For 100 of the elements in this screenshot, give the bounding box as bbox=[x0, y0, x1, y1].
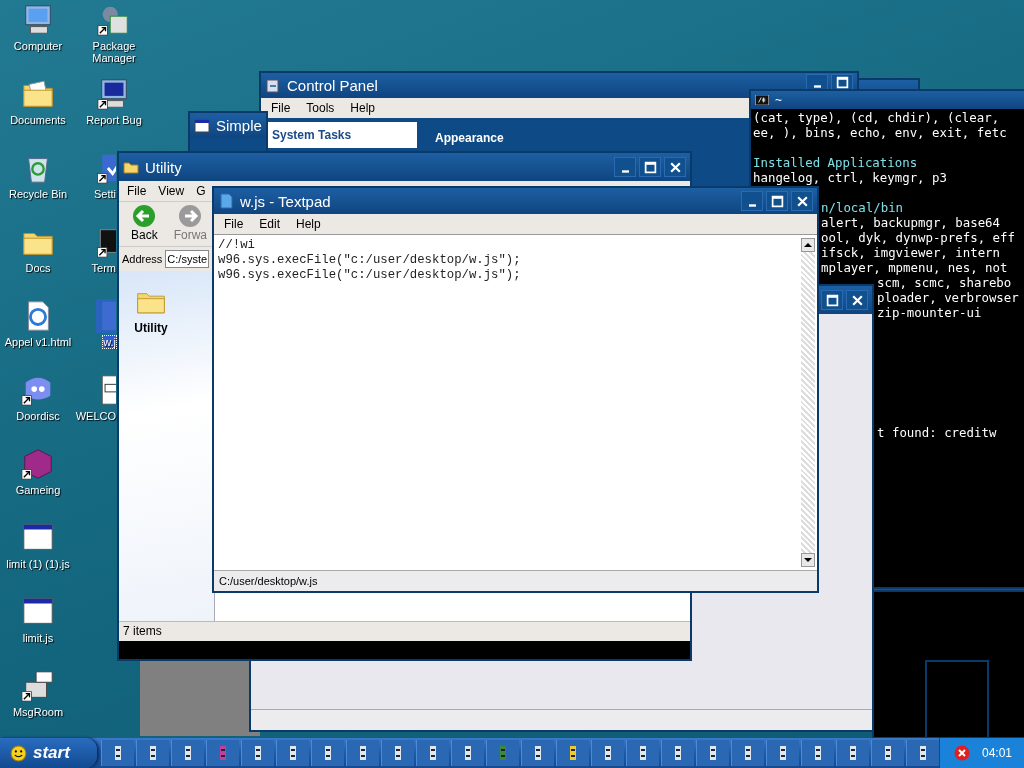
taskbar-button[interactable] bbox=[660, 740, 694, 766]
folder-icon bbox=[123, 159, 139, 175]
menu-item[interactable]: File bbox=[263, 101, 299, 115]
taskbar-button[interactable] bbox=[520, 740, 554, 766]
taskbar-button[interactable] bbox=[835, 740, 869, 766]
desktop-icon[interactable]: limit (1) (1).js bbox=[0, 518, 76, 592]
desktop-icon[interactable]: Doordisc bbox=[0, 370, 76, 444]
window-title: Simple bbox=[216, 117, 262, 134]
app-icon bbox=[604, 746, 611, 760]
taskbar-button[interactable] bbox=[240, 740, 274, 766]
app-icon bbox=[184, 746, 191, 760]
menu-item[interactable]: G bbox=[190, 184, 212, 198]
menu-item[interactable]: View bbox=[152, 184, 191, 198]
maximize-icon bbox=[835, 75, 849, 89]
menu-item[interactable]: Edit bbox=[251, 217, 289, 231]
back-button[interactable]: Back bbox=[127, 202, 162, 246]
menu-item[interactable]: File bbox=[216, 217, 252, 231]
taskbar-button[interactable] bbox=[310, 740, 344, 766]
maximize-button[interactable] bbox=[766, 191, 788, 211]
app-icon bbox=[744, 746, 751, 760]
taskbar-button[interactable] bbox=[870, 740, 904, 766]
desktop-icon[interactable]: Report Bug bbox=[76, 74, 152, 148]
minimize-button[interactable] bbox=[806, 74, 828, 90]
taskbar-button[interactable] bbox=[135, 740, 169, 766]
maximize-icon bbox=[825, 293, 839, 307]
sidebar-heading: System Tasks bbox=[267, 122, 417, 148]
section-heading: Appearance bbox=[435, 131, 504, 145]
close-icon bbox=[668, 160, 682, 174]
desktop-icon[interactable]: Documents bbox=[0, 74, 76, 148]
menu-item[interactable]: Help bbox=[342, 101, 384, 115]
menu-item[interactable]: Help bbox=[288, 217, 329, 231]
scrollbar[interactable] bbox=[801, 238, 815, 567]
taskbar-button[interactable] bbox=[345, 740, 379, 766]
script-file-icon bbox=[96, 299, 116, 333]
close-button[interactable] bbox=[846, 290, 868, 310]
smiley-icon bbox=[10, 744, 27, 762]
taskbar-button[interactable] bbox=[555, 740, 589, 766]
app-icon bbox=[114, 746, 121, 760]
menu-item[interactable]: Tools bbox=[298, 101, 343, 115]
desktop-icon[interactable]: Term bbox=[76, 222, 116, 296]
maximize-button[interactable] bbox=[639, 157, 661, 177]
maximize-button[interactable] bbox=[821, 290, 843, 310]
taskbar-button[interactable] bbox=[450, 740, 484, 766]
window-title: Utility bbox=[145, 158, 182, 176]
app-icon bbox=[884, 746, 891, 760]
desktop-icon[interactable]: Gameing bbox=[0, 444, 76, 518]
status-text: 7 items bbox=[123, 624, 162, 638]
terminal-line: scm, scmc, sharebo bbox=[877, 275, 1012, 290]
minimize-button[interactable] bbox=[741, 191, 763, 211]
taskbar-button[interactable] bbox=[695, 740, 729, 766]
taskbar-button[interactable] bbox=[275, 740, 309, 766]
desktop-icon[interactable]: limit.js bbox=[0, 592, 76, 666]
desktop-icon[interactable]: Computer bbox=[0, 0, 76, 74]
app-icon bbox=[814, 746, 821, 760]
maximize-icon bbox=[770, 194, 784, 208]
desktop-icon[interactable]: Package Manager bbox=[76, 0, 152, 74]
error-icon[interactable] bbox=[953, 745, 970, 761]
desktop-icon[interactable]: MsgRoom bbox=[0, 666, 76, 740]
app-icon bbox=[674, 746, 681, 760]
app-icon bbox=[639, 746, 646, 760]
desktop-icon[interactable]: Docs bbox=[0, 222, 76, 296]
app-icon bbox=[219, 746, 226, 760]
close-button[interactable] bbox=[791, 191, 813, 211]
terminal-line: hangelog, ctrl, keymgr, p3 bbox=[753, 170, 947, 185]
app-icon bbox=[394, 746, 401, 760]
terminal-line: t found: creditw bbox=[877, 425, 997, 440]
app-icon bbox=[534, 746, 541, 760]
address-field[interactable]: C:/syste bbox=[165, 250, 210, 268]
terminal-line: ee, ), bins, echo, env, exit, fetc bbox=[753, 125, 1007, 140]
message-icon bbox=[21, 669, 55, 703]
taskbar-button[interactable] bbox=[730, 740, 764, 766]
taskbar-button[interactable] bbox=[590, 740, 624, 766]
terminal-line: zip-mounter-ui bbox=[877, 305, 982, 320]
menu-item[interactable]: File bbox=[121, 184, 153, 198]
app-icon bbox=[149, 746, 156, 760]
taskbar-button[interactable] bbox=[380, 740, 414, 766]
taskbar-button[interactable] bbox=[100, 740, 134, 766]
taskbar-button[interactable] bbox=[905, 740, 939, 766]
minimize-button[interactable] bbox=[614, 157, 636, 177]
control-panel-icon bbox=[265, 77, 281, 94]
maximize-button[interactable] bbox=[831, 74, 853, 90]
desktop-icon[interactable]: Recycle Bin bbox=[0, 148, 76, 222]
taskbar-button[interactable] bbox=[170, 740, 204, 766]
cube-icon bbox=[21, 447, 55, 481]
address-label: Address bbox=[122, 253, 163, 265]
close-icon bbox=[850, 293, 864, 307]
taskbar-button[interactable] bbox=[415, 740, 449, 766]
taskbar-button[interactable] bbox=[800, 740, 834, 766]
start-button[interactable]: start bbox=[0, 738, 97, 768]
terminal-line: Installed Applications bbox=[753, 155, 918, 170]
app-icon bbox=[709, 746, 716, 760]
taskbar-button[interactable] bbox=[765, 740, 799, 766]
desktop-icon[interactable]: WELCO bbox=[76, 370, 116, 444]
close-icon bbox=[795, 194, 809, 208]
notepad-icon bbox=[218, 193, 234, 209]
taskbar-button[interactable] bbox=[625, 740, 659, 766]
app-icon bbox=[289, 746, 296, 760]
close-button[interactable] bbox=[664, 157, 686, 177]
desktop-icon[interactable]: Appel v1.html bbox=[0, 296, 76, 370]
minimize-icon bbox=[748, 203, 756, 207]
